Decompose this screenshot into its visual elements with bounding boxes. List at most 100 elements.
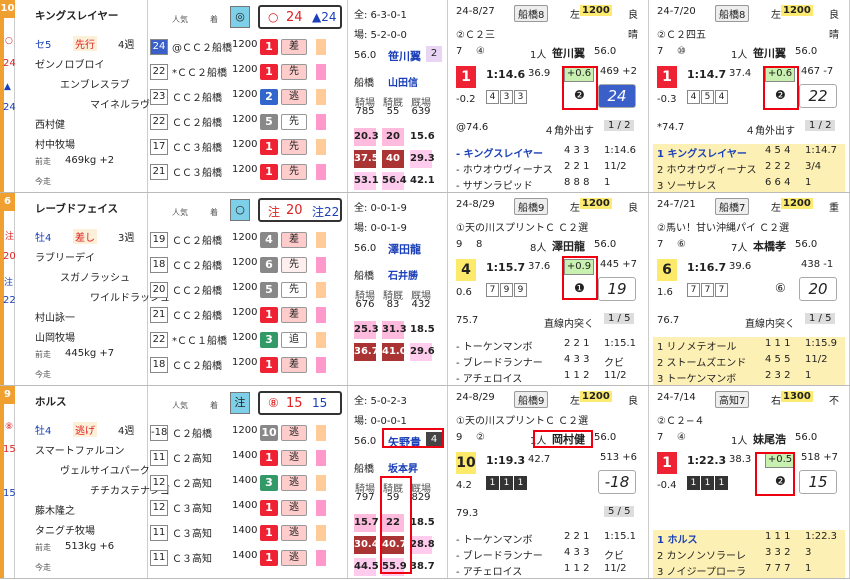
history-row[interactable]: -18 Ｃ２船橋 1200 10 逃: [148, 422, 346, 443]
race-jockey: 笹川翼: [753, 47, 786, 60]
history-row[interactable]: 21 ＣＣ３船橋 1200 1 先: [148, 161, 346, 182]
history-row[interactable]: 24 @ＣＣ２船橋 1200 1 差: [148, 36, 346, 57]
history-row[interactable]: 11 Ｃ２高知 1400 1 逃: [148, 447, 346, 468]
race-name[interactable]: ②馬い！甘い沖縄パイ Ｃ２選: [657, 219, 789, 234]
rival-row[interactable]: - ブレードランナー 4 3 3 クビ: [452, 546, 644, 562]
finish-position: 1: [260, 164, 278, 180]
rival-row[interactable]: - サザンラピッド 8 8 8 1: [452, 176, 644, 192]
horse-row[interactable]: 6 注 20 注 22 レーブドフェイス 牡4 差し 3週 ラブリーデイ スガノラッシュ ワイルドラッ…: [0, 193, 850, 386]
today-label: 今走: [35, 177, 51, 186]
gate: ⑥: [677, 239, 686, 250]
horse-number-column: 10 ○ 24 ▲ 24: [0, 0, 16, 192]
rival-row[interactable]: 3 トーケンマンボ 2 3 2 1: [653, 369, 845, 385]
farm: 山岡牧場: [35, 333, 75, 344]
rival-row[interactable]: - ホウオウヴィーナス 2 2 1 11/2: [452, 160, 644, 176]
history-row[interactable]: 20 ＣＣ２船橋 1200 5 先: [148, 279, 346, 300]
past-race[interactable]: 24-7/14 高知7 右 1300 不 ②Ｃ２−４ 7 ④ 1人 妹尾浩 56.0 1 1:22.3 3…: [649, 386, 850, 578]
trainer-name[interactable]: 石井勝: [388, 267, 418, 282]
history-row[interactable]: 22 *ＣＣ１船橋 1200 3 追: [148, 329, 346, 350]
bar-marker: [316, 64, 326, 80]
history-row[interactable]: 18 ＣＣ２船橋 1200 6 先: [148, 254, 346, 275]
class-track: ＣＣ３船橋: [172, 143, 222, 154]
race-name[interactable]: ①天の川スプリントＣ Ｃ２選: [456, 219, 588, 234]
stat-rate: 29.3: [410, 150, 435, 168]
rival-row[interactable]: - ブレードランナー 4 3 3 クビ: [452, 353, 644, 369]
track-name: 船橋: [354, 78, 374, 89]
rival-row[interactable]: 3 ソーサレス 6 6 4 1: [653, 176, 845, 192]
past-race[interactable]: 24-7/20 船橋8 左 1200 良 ②Ｃ２四五 晴 7 ⑩ 1人 笹川翼 56.0 1 1:14.7…: [649, 0, 850, 192]
rival-row[interactable]: 1 ホルス 1 1 1 1:22.3: [653, 530, 845, 546]
history-row[interactable]: 12 Ｃ３高知 1400 1 逃: [148, 497, 346, 518]
race-jockey: 妹尾浩: [753, 433, 786, 446]
fraction: 1 / 2: [604, 120, 635, 131]
race-turn: 左: [771, 203, 781, 214]
margin: 4.2: [456, 480, 472, 491]
horse-name[interactable]: キングスレイヤー: [35, 8, 118, 23]
rival-name: 3 ソーサレス: [657, 181, 717, 192]
track-name: 船橋: [354, 464, 374, 475]
rival-row[interactable]: - トーケンマンボ 2 2 1 1:15.1: [452, 530, 644, 546]
rival-name: 2 ホウオウヴィーナス: [657, 165, 757, 176]
corner-positions: 454: [687, 90, 729, 104]
history-row[interactable]: 11 Ｃ３高知 1400 1 逃: [148, 522, 346, 543]
history-row[interactable]: 12 Ｃ２高知 1400 3 逃: [148, 472, 346, 493]
horse-name[interactable]: ホルス: [35, 394, 67, 409]
body-weight: 469 +2: [600, 66, 638, 77]
horse-name[interactable]: レーブドフェイス: [35, 201, 118, 216]
past-race[interactable]: 24-8/27 船橋8 左 1200 良 ②Ｃ２三晴 7 ④ 1人 笹川翼 56.0 1 1:14.6 3…: [448, 0, 649, 192]
rival-row[interactable]: 3 ノイジープローラ 7 7 7 1: [653, 562, 845, 578]
rival-row[interactable]: - アチェロイス 1 1 2 11/2: [452, 562, 644, 578]
record-all: 全: 5-0-2-3: [354, 396, 407, 407]
finish-position: 2: [260, 89, 278, 105]
history-row[interactable]: 21 ＣＣ２船橋 1200 1 差: [148, 304, 346, 325]
rival-corners: 4 3 3: [564, 145, 590, 156]
trainer: 西村健: [35, 120, 65, 131]
trainer: 村山詠一: [35, 313, 75, 324]
stat-value: 639: [411, 106, 431, 117]
rival-row[interactable]: 1 リノメテオール 1 1 1 1:15.9: [653, 337, 845, 353]
stat-rate: 30.4: [354, 536, 379, 554]
history-row[interactable]: 19 ＣＣ２船橋 1200 4 差: [148, 229, 346, 250]
history-row[interactable]: 22 *ＣＣ２船橋 1200 1 先: [148, 61, 346, 82]
class-track: Ｃ２高知: [172, 479, 212, 490]
rival-row[interactable]: 2 カンノンソラーレ 3 3 2 3: [653, 546, 845, 562]
highlight-box: [755, 452, 795, 496]
past-race[interactable]: 24-8/29 船橋9 左 1200 良 ①天の川スプリントＣ Ｃ２選 9 8 8人 澤田龍 56.…: [448, 193, 649, 385]
run-tag: 逃: [281, 450, 307, 466]
race-comment: ４角外出す: [544, 126, 594, 137]
trainer-name[interactable]: 山田信: [388, 74, 418, 89]
rival-row[interactable]: - キングスレイヤー 4 3 3 1:14.6: [452, 144, 644, 160]
sex-age: セ5: [35, 40, 52, 51]
history-row[interactable]: 22 ＣＣ２船橋 1200 5 先: [148, 111, 346, 132]
rival-row[interactable]: 1 キングスレイヤー 4 5 4 1:14.7: [653, 144, 845, 160]
history-row[interactable]: 11 Ｃ３高知 1400 1 逃: [148, 547, 346, 568]
trainer-name[interactable]: 坂本昇: [388, 460, 418, 475]
rival-row[interactable]: 2 ストームズエンド 4 5 5 11/2: [653, 353, 845, 369]
rank-no: 1人: [530, 50, 547, 61]
race-turn: 左: [771, 10, 781, 21]
race-name[interactable]: ②Ｃ２三: [456, 26, 495, 41]
history-row[interactable]: 23 ＣＣ２船橋 1200 2 逃: [148, 86, 346, 107]
horse-row[interactable]: 10 ○ 24 ▲ 24 キングスレイヤー セ5 先行 4週 ゼンノロブロイ エンブレスラブ マイネル…: [0, 0, 850, 193]
class-track: Ｃ２船橋: [172, 429, 212, 440]
horse-row[interactable]: 9 ⑧ 15 15 ホルス 牡4 逃げ 4週 スマートファルコン ヴェルサイユパーク チチカステナン…: [0, 386, 850, 579]
race-name[interactable]: ②Ｃ２−４: [657, 412, 704, 427]
race-name[interactable]: ②Ｃ２四五: [657, 26, 706, 41]
rival-row[interactable]: 2 ホウオウヴィーナス 2 2 2 3/4: [653, 160, 845, 176]
past-race[interactable]: 24-7/21 船橋7 左 1200 重 ②馬い！甘い沖縄パイ Ｃ２選 7 ⑥ 7人 本橋孝 56.…: [649, 193, 850, 385]
rival-row[interactable]: - トーケンマンボ 2 2 1 1:15.1: [452, 337, 644, 353]
rival-row[interactable]: - アチェロイス 1 1 2 11/2: [452, 369, 644, 385]
finish-position: 10: [456, 452, 476, 474]
history-row[interactable]: 17 ＣＣ３船橋 1200 1 先: [148, 136, 346, 157]
rival-corners: 1 1 2: [564, 563, 590, 574]
jockey-name[interactable]: 澤田龍: [388, 241, 421, 257]
corner: 1: [500, 476, 513, 490]
body-weight: 445 +7: [600, 259, 638, 270]
history-row[interactable]: 18 ＣＣ２船橋 1200 1 差: [148, 354, 346, 375]
rank-no: 8人: [530, 243, 547, 254]
race-track: 船橋9: [514, 198, 549, 215]
race-name[interactable]: ①天の川スプリントＣ Ｃ２選: [456, 412, 588, 427]
corner: 1: [701, 476, 714, 490]
past-race[interactable]: 24-8/29 船橋9 左 1200 良 ①天の川スプリントＣ Ｃ２選 9 ② 1人 岡村健 56.…: [448, 386, 649, 578]
jockey-name[interactable]: 笹川翼: [388, 48, 421, 64]
